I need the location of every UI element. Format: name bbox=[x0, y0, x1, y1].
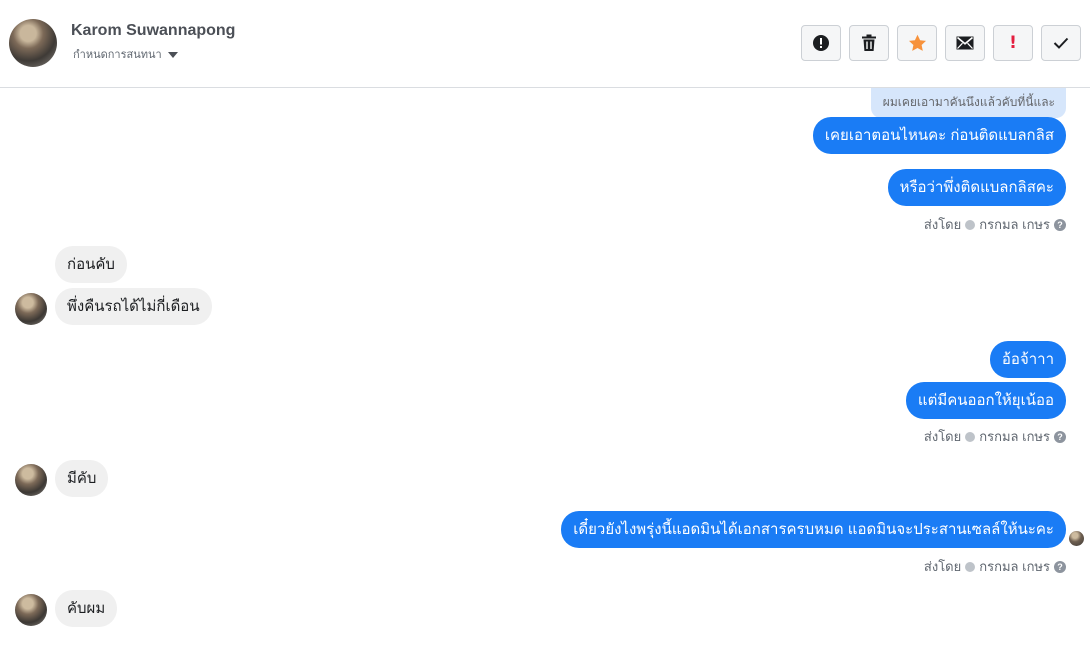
help-icon[interactable]: ? bbox=[1054, 218, 1066, 231]
sent-by-agent: กรกมล เกษร bbox=[979, 559, 1050, 574]
message-thread: ผมเคยเอามาคันนึงแล้วคับที่นี้และ เคยเอาต… bbox=[0, 88, 1090, 659]
mark-spam-button[interactable] bbox=[801, 25, 841, 61]
outgoing-message[interactable]: แต่มีคนออกให้ยุเน้ออ bbox=[905, 382, 1066, 419]
incoming-message[interactable]: คับผม bbox=[55, 590, 118, 627]
alert-circle-icon bbox=[813, 35, 829, 51]
seen-avatar-icon bbox=[1069, 531, 1084, 546]
sent-by-agent: กรกมล เกษร bbox=[979, 217, 1050, 232]
replied-message-preview[interactable]: ผมเคยเอามาคันนึงแล้วคับที่นี้และ bbox=[870, 88, 1066, 118]
conversation-header: Karom Suwannapong กำหนดการสนทนา ! bbox=[0, 0, 1090, 88]
outgoing-message[interactable]: เดี๋ยวยังไงพรุ่งนี้แอดมินได้เอกสารครบหมด… bbox=[561, 511, 1066, 548]
contact-name[interactable]: Karom Suwannapong bbox=[71, 22, 235, 40]
sent-by-label: ส่งโดย bbox=[923, 217, 962, 232]
contact-avatar-small bbox=[15, 464, 47, 496]
mark-unread-button[interactable] bbox=[945, 25, 985, 61]
incoming-message[interactable]: มีคับ bbox=[55, 460, 109, 497]
trash-icon bbox=[862, 34, 876, 51]
delete-button[interactable] bbox=[849, 25, 889, 61]
outgoing-message[interactable]: หรือว่าพึ่งติดแบลกลิสคะ bbox=[887, 169, 1066, 206]
conversation-schedule-label: กำหนดการสนทนา bbox=[73, 49, 162, 61]
sent-by-label: ส่งโดย bbox=[923, 559, 962, 574]
star-button[interactable] bbox=[897, 25, 937, 61]
caret-down-icon bbox=[167, 51, 178, 58]
contact-avatar[interactable] bbox=[9, 19, 57, 67]
sent-by-agent: กรกมล เกษร bbox=[979, 429, 1050, 444]
outgoing-message[interactable]: เคยเอาตอนไหนคะ ก่อนติดแบลกลิส bbox=[812, 117, 1066, 154]
envelope-icon bbox=[956, 36, 974, 50]
mark-done-button[interactable] bbox=[1041, 25, 1081, 61]
sent-by-info: ส่งโดย กรกมล เกษร ? bbox=[924, 556, 1066, 577]
follow-up-button[interactable]: ! bbox=[993, 25, 1033, 61]
exclamation-icon: ! bbox=[1009, 33, 1017, 53]
sent-by-label: ส่งโดย bbox=[923, 429, 962, 444]
help-icon[interactable]: ? bbox=[1054, 430, 1066, 443]
contact-avatar-small bbox=[15, 594, 47, 626]
sent-check-icon bbox=[965, 561, 976, 572]
help-icon[interactable]: ? bbox=[1054, 560, 1066, 573]
sent-by-info: ส่งโดย กรกมล เกษร ? bbox=[924, 426, 1066, 447]
incoming-message[interactable]: พึ่งคืนรถได้ไม่กี่เดือน bbox=[55, 288, 212, 325]
conversation-toolbar: ! bbox=[801, 25, 1081, 61]
conversation-schedule-dropdown[interactable]: กำหนดการสนทนา bbox=[73, 45, 178, 63]
sent-by-info: ส่งโดย กรกมล เกษร ? bbox=[924, 214, 1066, 235]
star-icon bbox=[908, 34, 926, 51]
outgoing-message[interactable]: อ้อจ้าาา bbox=[989, 341, 1066, 378]
sent-check-icon bbox=[965, 219, 976, 230]
checkmark-icon bbox=[1053, 37, 1069, 49]
contact-avatar-small bbox=[15, 293, 47, 325]
sent-check-icon bbox=[965, 431, 976, 442]
incoming-message[interactable]: ก่อนคับ bbox=[55, 246, 127, 283]
